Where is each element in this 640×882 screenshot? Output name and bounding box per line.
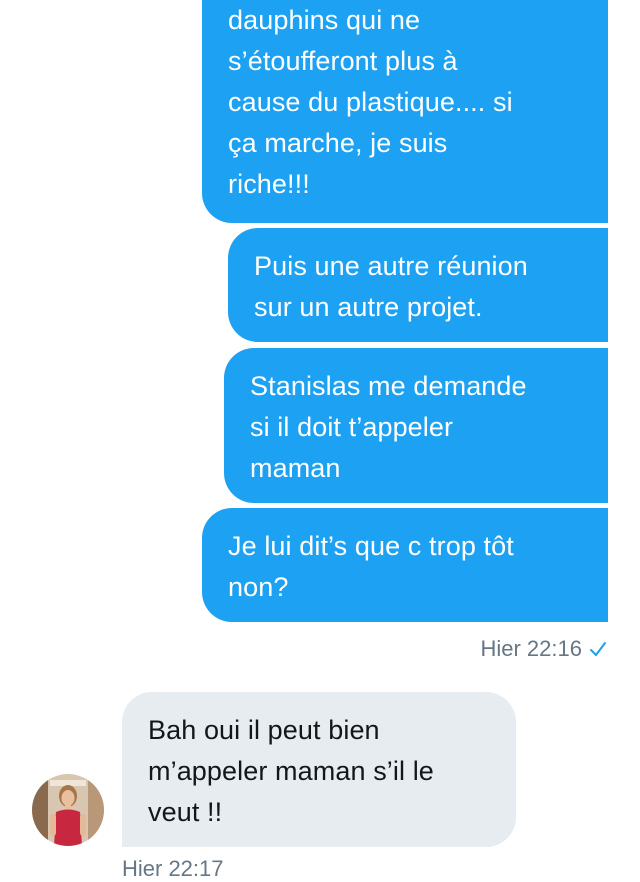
received-message-timestamp: Hier 22:17 [122, 856, 224, 881]
sent-message-bubble[interactable]: Stanislas me demande si il doit t’appele… [224, 348, 608, 503]
sent-message-bubble[interactable]: Puis une autre réunion sur un autre proj… [228, 228, 608, 342]
sent-message-bubble[interactable]: Je lui dit’s que c trop tôt non? [202, 508, 608, 622]
received-message-bubble[interactable]: Bah oui il peut bien m’appeler maman s’i… [122, 692, 516, 847]
read-check-icon [590, 642, 606, 656]
avatar-photo-icon [32, 774, 104, 846]
sent-message-bubble[interactable]: dauphins qui ne s’étoufferont plus à cau… [202, 0, 608, 223]
message-timestamp: Hier 22:16 [480, 636, 582, 661]
sent-message-meta: Hier 22:16 [480, 636, 608, 662]
message-thread: dauphins qui ne s’étoufferont plus à cau… [0, 0, 640, 881]
contact-avatar[interactable] [32, 774, 104, 846]
